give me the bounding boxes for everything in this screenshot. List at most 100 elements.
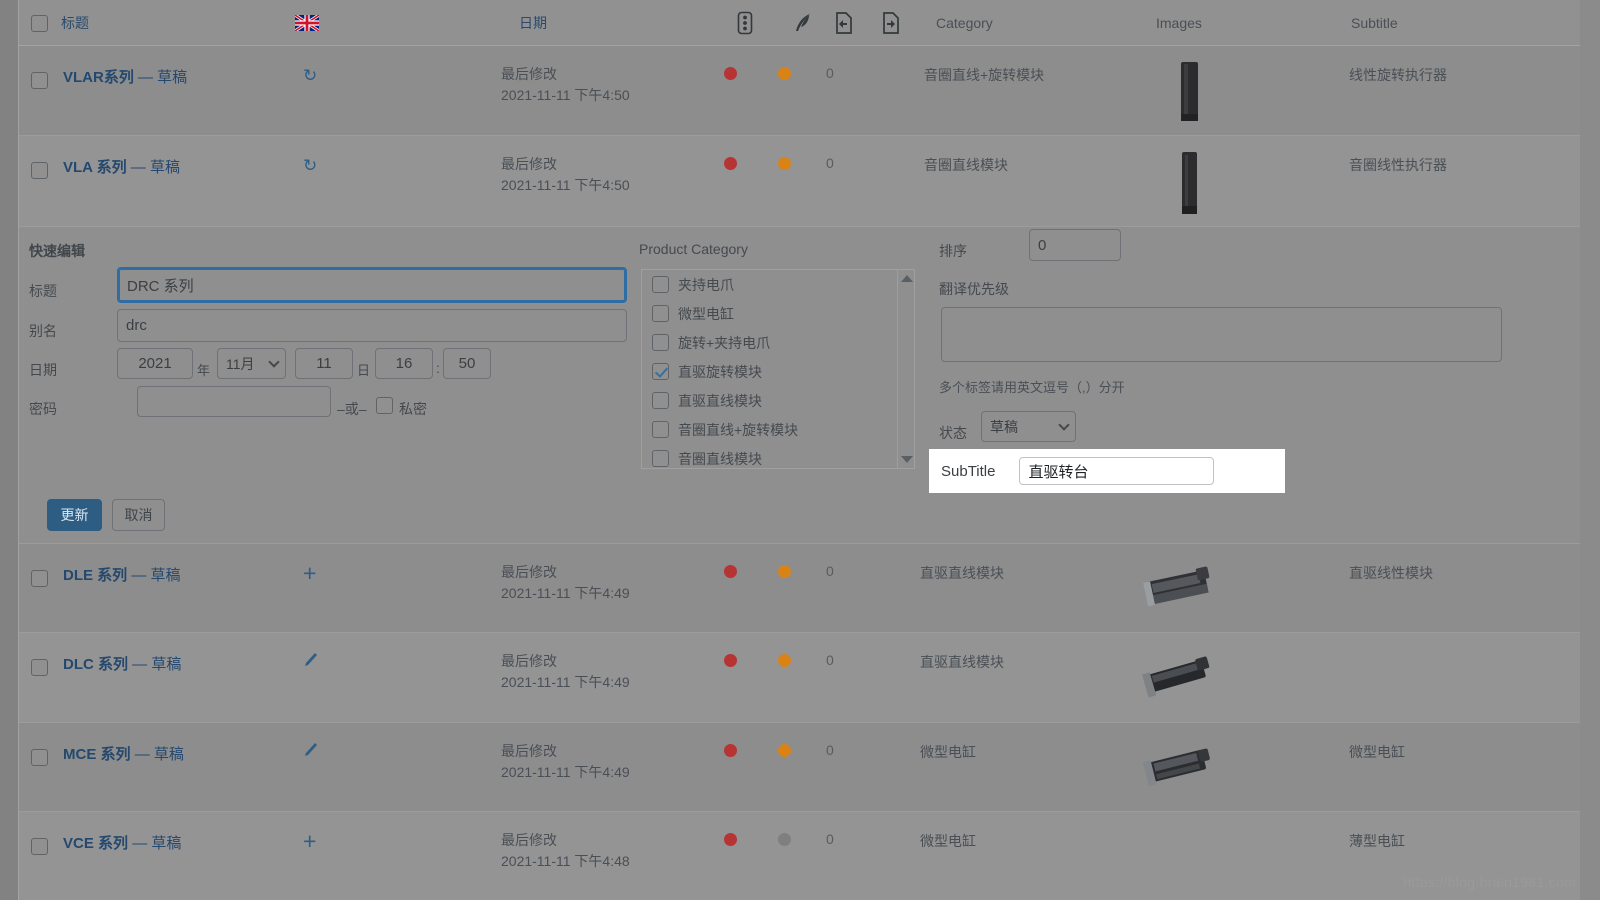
update-button[interactable]: 更新	[47, 499, 102, 531]
select-all-checkbox[interactable]	[31, 0, 48, 46]
status-dot-primary	[724, 833, 737, 849]
scroll-up-arrow-icon[interactable]	[901, 275, 913, 282]
cancel-button[interactable]: 取消	[112, 499, 165, 531]
row-title-code: VCE 系列	[63, 835, 129, 852]
category-checkbox[interactable]	[652, 363, 669, 380]
feather-icon[interactable]	[793, 0, 813, 46]
product-category-list[interactable]: 夹持电爪 微型电缸 旋转+夹持电爪 直驱旋转模块 直驱直线模块 音圈直线+旋转模…	[641, 269, 915, 469]
subtitle-popup-label: SubTitle	[941, 462, 996, 480]
quick-edit-year-input[interactable]	[117, 348, 193, 379]
row-title-link[interactable]: VLAR系列 — 草稿	[63, 66, 187, 87]
row-count: 0	[826, 742, 834, 758]
scroll-down-arrow-icon[interactable]	[901, 456, 913, 463]
subtitle-popup-input[interactable]	[1019, 457, 1215, 485]
quick-edit-date-label: 日期	[29, 362, 57, 378]
table-row[interactable]: VLA 系列 — 草稿 ↻ 最后修改 2021-11-11 下午4:50 0 音…	[19, 136, 1580, 227]
quick-edit-slug-input[interactable]	[117, 309, 627, 342]
row-count: 0	[826, 65, 834, 81]
traffic-light-icon[interactable]	[737, 0, 753, 46]
uk-flag-icon	[295, 0, 319, 46]
column-header-title[interactable]: 标题	[61, 0, 89, 46]
column-header-subtitle[interactable]: Subtitle	[1351, 0, 1398, 46]
row-checkbox[interactable]	[31, 838, 48, 858]
row-category: 微型电缸	[920, 744, 976, 760]
row-checkbox[interactable]	[31, 659, 48, 679]
year-unit-label: 年	[197, 363, 211, 378]
row-thumbnail[interactable]	[1137, 739, 1217, 798]
priority-textarea[interactable]	[941, 307, 1502, 362]
row-thumbnail[interactable]	[1137, 649, 1217, 708]
document-export-svg	[883, 12, 899, 34]
pencil-icon[interactable]	[303, 652, 318, 671]
status-dot-secondary	[778, 654, 791, 670]
quick-edit-month-select[interactable]: 11月	[217, 348, 286, 379]
row-thumbnail[interactable]	[1137, 560, 1217, 619]
category-label: 音圈直线+旋转模块	[678, 421, 799, 438]
table-row[interactable]: DLE 系列 — 草稿 + 最后修改 2021-11-11 下午4:49 0 直…	[19, 544, 1580, 633]
status-dot-primary	[724, 67, 737, 83]
category-checkbox[interactable]	[652, 450, 669, 467]
sync-icon[interactable]: ↻	[303, 156, 317, 176]
table-header-row: 标题 日期 Category Images Subtitle	[19, 0, 1580, 46]
row-title-link[interactable]: DLE 系列 — 草稿	[63, 564, 181, 585]
table-row[interactable]: DLC 系列 — 草稿 最后修改 2021-11-11 下午4:49 0 直驱直…	[19, 633, 1580, 723]
row-checkbox[interactable]	[31, 570, 48, 590]
document-import-icon[interactable]	[834, 0, 854, 46]
row-title-link[interactable]: MCE 系列 — 草稿	[63, 743, 184, 764]
product-thumb-dark-bar	[1181, 62, 1198, 121]
row-title-suffix: — 草稿	[132, 656, 182, 673]
row-title-link[interactable]: DLC 系列 — 草稿	[63, 653, 181, 674]
category-checkbox[interactable]	[652, 421, 669, 438]
category-checkbox[interactable]	[652, 334, 669, 351]
pencil-svg	[305, 653, 317, 666]
table-row[interactable]: MCE 系列 — 草稿 最后修改 2021-11-11 下午4:49 0 微型电…	[19, 723, 1580, 812]
list-item[interactable]: 旋转+夹持电爪	[642, 328, 914, 357]
row-date-label: 最后修改	[501, 653, 557, 669]
list-item[interactable]: 音圈直线模块	[642, 444, 914, 468]
status-dot-primary	[724, 157, 737, 173]
column-header-date[interactable]: 日期	[519, 0, 547, 46]
row-date-label: 最后修改	[501, 156, 557, 172]
list-item[interactable]: 微型电缸	[642, 299, 914, 328]
category-list-scrollbar[interactable]	[897, 270, 914, 468]
quick-edit-hour-input[interactable]	[375, 348, 433, 379]
category-checkbox[interactable]	[652, 276, 669, 293]
category-checkbox[interactable]	[652, 392, 669, 409]
table-row[interactable]: VCE 系列 — 草稿 + 最后修改 2021-11-11 下午4:48 0 微…	[19, 812, 1580, 900]
row-title-link[interactable]: VCE 系列 — 草稿	[63, 832, 181, 853]
quick-edit-day-input[interactable]	[295, 348, 353, 379]
list-item[interactable]: 直驱旋转模块	[642, 357, 914, 386]
row-thumbnail[interactable]	[1159, 58, 1219, 129]
product-category-heading: Product Category	[639, 241, 748, 257]
status-select[interactable]: 草稿	[981, 411, 1076, 442]
sync-icon[interactable]: ↻	[303, 66, 317, 86]
table-row[interactable]: VLAR系列 — 草稿 ↻ 最后修改 2021-11-11 下午4:50 0 音…	[19, 46, 1580, 136]
quick-edit-minute-input[interactable]	[443, 348, 491, 379]
quick-edit-title-input[interactable]	[117, 267, 627, 303]
row-thumbnail[interactable]	[1159, 148, 1219, 221]
row-checkbox[interactable]	[31, 162, 48, 182]
row-date-label: 最后修改	[501, 743, 557, 759]
document-export-icon[interactable]	[881, 0, 901, 46]
traffic-light-svg	[737, 11, 753, 35]
list-item[interactable]: 夹持电爪	[642, 270, 914, 299]
row-checkbox[interactable]	[31, 749, 48, 769]
row-checkbox[interactable]	[31, 72, 48, 92]
pencil-icon[interactable]	[303, 742, 318, 761]
private-checkbox[interactable]	[376, 397, 393, 417]
plus-icon[interactable]: +	[303, 828, 316, 855]
quick-edit-password-input[interactable]	[137, 386, 331, 417]
month-value: 11月	[226, 355, 255, 372]
row-title-code: DLC 系列	[63, 656, 128, 673]
order-input[interactable]	[1029, 229, 1121, 261]
row-title-link[interactable]: VLA 系列 — 草稿	[63, 156, 180, 177]
plus-icon[interactable]: +	[303, 560, 316, 587]
column-header-images[interactable]: Images	[1156, 0, 1202, 46]
category-checkbox[interactable]	[652, 305, 669, 322]
row-date-value: 2021-11-11 下午4:50	[501, 177, 630, 193]
column-header-category[interactable]: Category	[936, 0, 993, 46]
row-date-label: 最后修改	[501, 832, 557, 848]
time-separator: :	[436, 360, 440, 376]
list-item[interactable]: 音圈直线+旋转模块	[642, 415, 914, 444]
list-item[interactable]: 直驱直线模块	[642, 386, 914, 415]
